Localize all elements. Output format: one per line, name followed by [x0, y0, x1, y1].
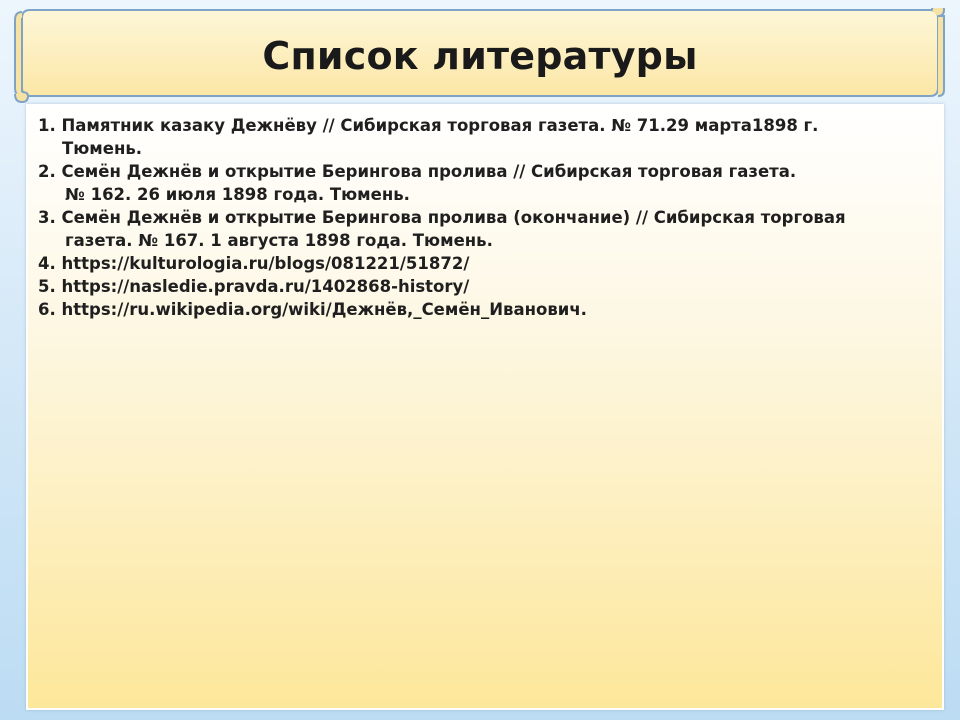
reference-4-link[interactable]: 4. https://kulturologia.ru/blogs/081221/…	[38, 252, 922, 275]
reference-5-link[interactable]: 5. https://nasledie.pravda.ru/1402868-hi…	[38, 275, 922, 298]
reference-6-link[interactable]: 6. https://ru.wikipedia.org/wiki/Дежнёв,…	[38, 298, 922, 321]
reference-item-4: 4. https://kulturologia.ru/blogs/081221/…	[38, 252, 922, 275]
references-panel: 1. Памятник казаку Дежнёву // Сибирская …	[26, 104, 944, 710]
reference-3-line-2: газета. № 167. 1 августа 1898 года. Тюме…	[65, 231, 493, 250]
reference-2-line-2: № 162. 26 июля 1898 года. Тюмень.	[65, 185, 410, 204]
reference-1-line-2: Тюмень.	[62, 139, 143, 158]
reference-3-line-1: 3. Семён Дежнёв и открытие Берингова про…	[38, 208, 846, 227]
references-list: 1. Памятник казаку Дежнёву // Сибирская …	[28, 106, 942, 321]
title-banner: Список литературы	[12, 8, 948, 106]
reference-item-6: 6. https://ru.wikipedia.org/wiki/Дежнёв,…	[38, 298, 922, 321]
reference-item-1: 1. Памятник казаку Дежнёву // Сибирская …	[38, 114, 922, 160]
slide-title: Список литературы	[262, 34, 698, 78]
reference-item-3: 3. Семён Дежнёв и открытие Берингова про…	[38, 206, 922, 252]
reference-2-line-1: 2. Семён Дежнёв и открытие Берингова про…	[38, 162, 797, 181]
reference-item-5: 5. https://nasledie.pravda.ru/1402868-hi…	[38, 275, 922, 298]
reference-1-line-1: 1. Памятник казаку Дежнёву // Сибирская …	[38, 116, 819, 135]
reference-item-2: 2. Семён Дежнёв и открытие Берингова про…	[38, 160, 922, 206]
